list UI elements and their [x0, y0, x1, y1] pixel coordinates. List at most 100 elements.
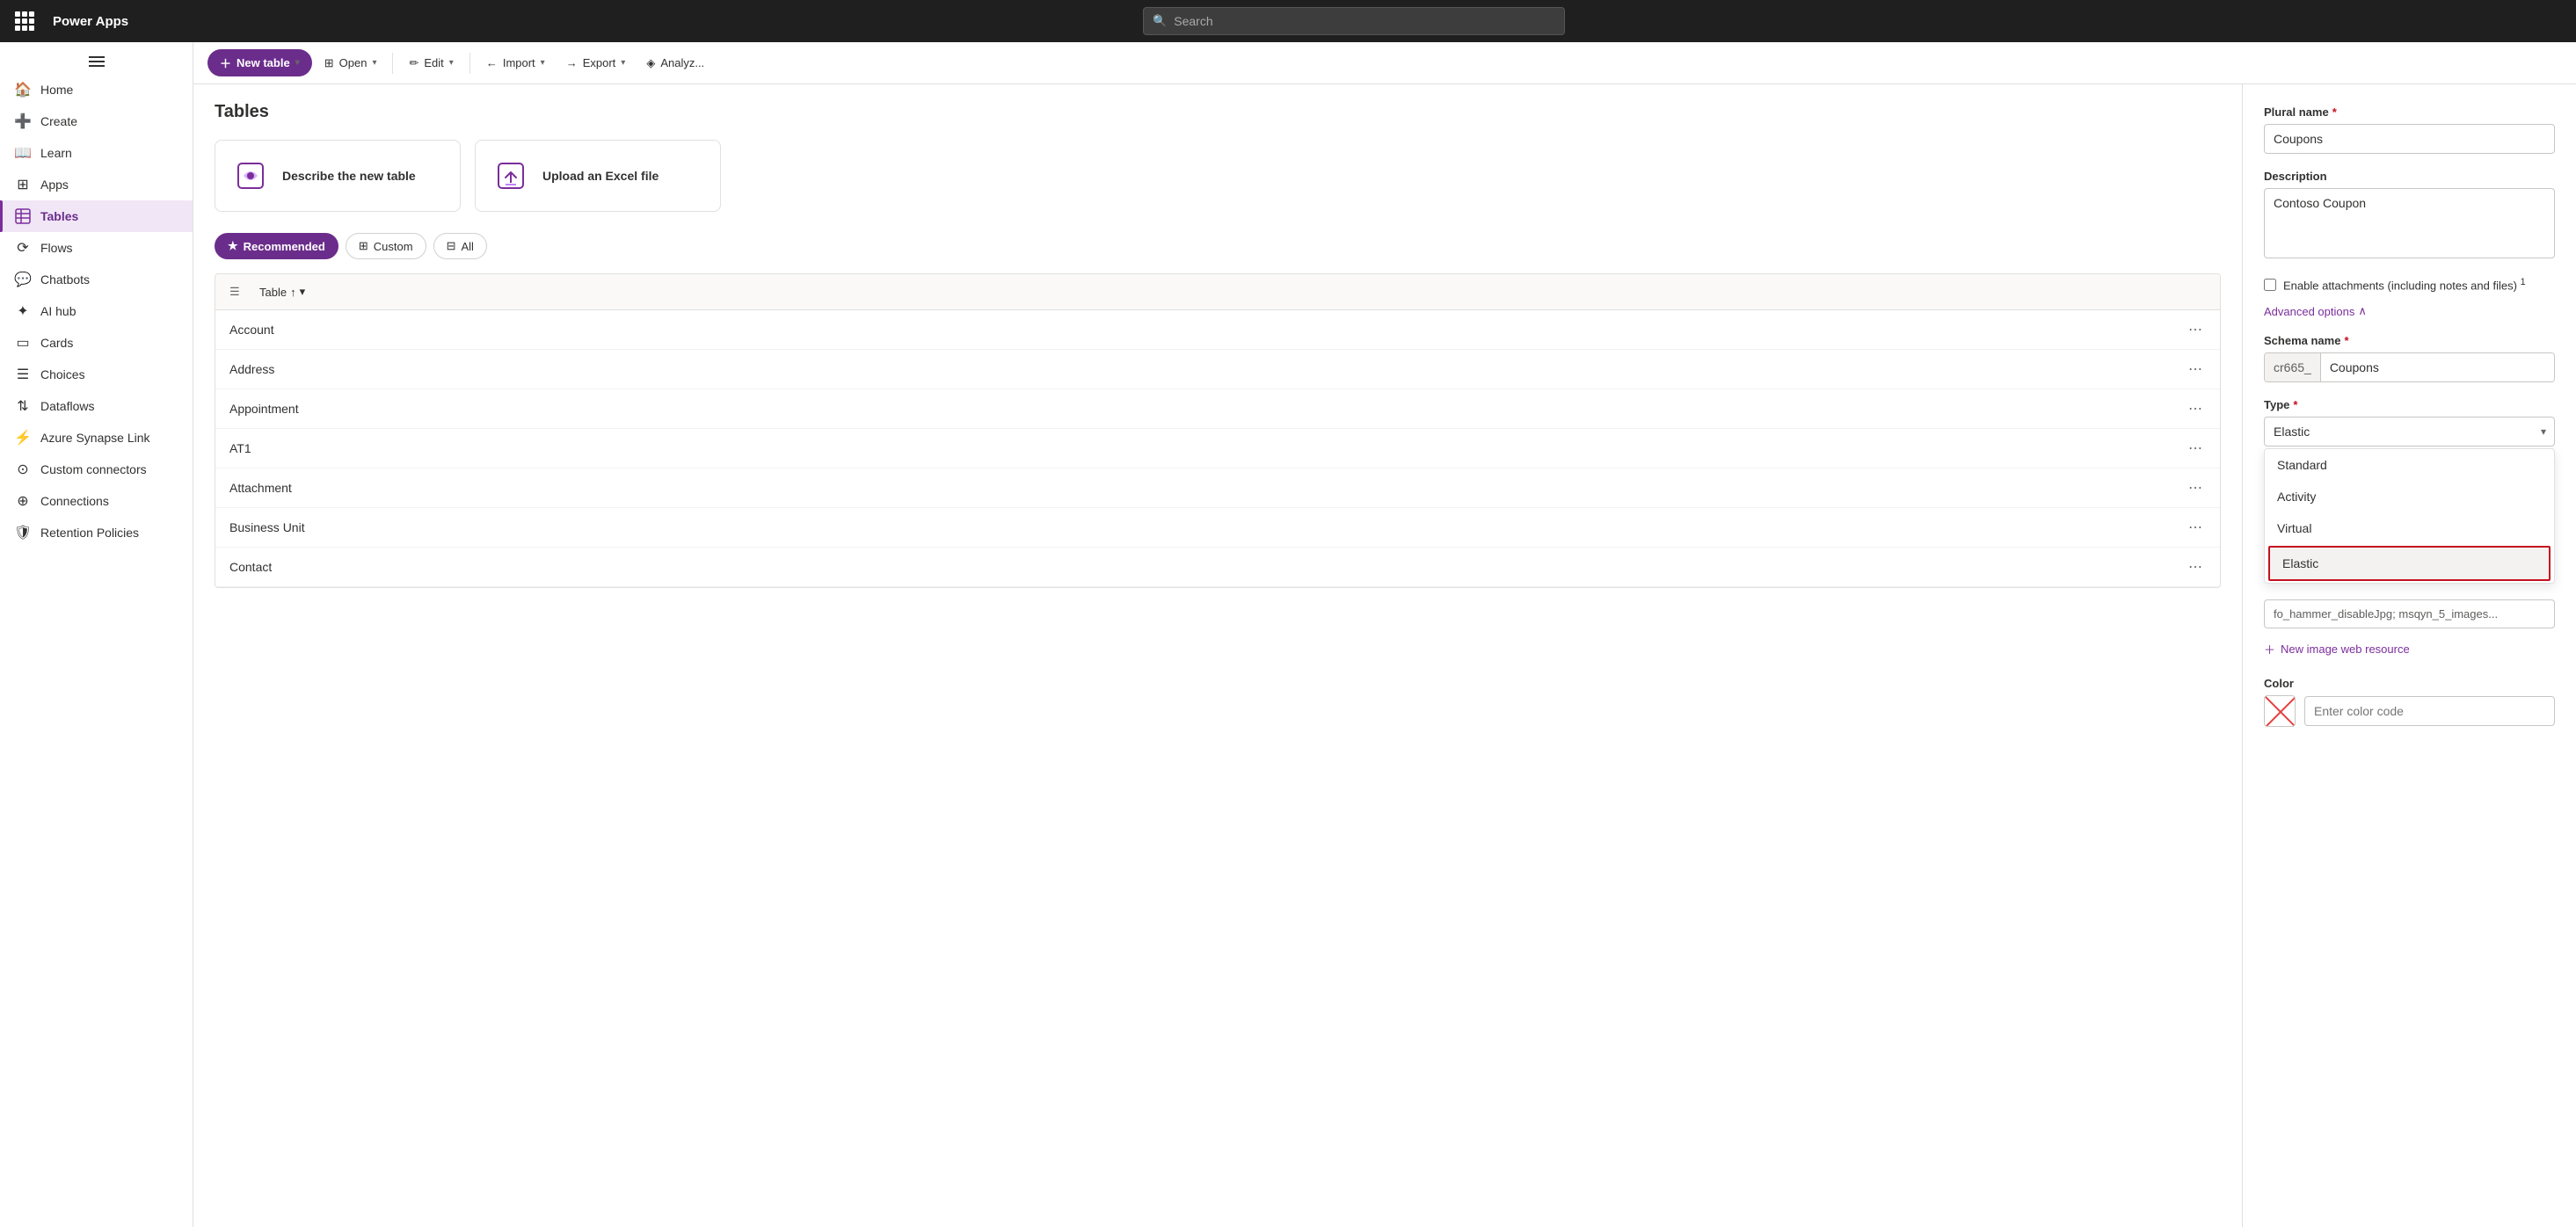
table-row[interactable]: Business Unit ⋯ — [215, 508, 2220, 548]
ai-hub-icon: ✦ — [14, 302, 32, 320]
sidebar-item-label: Flows — [40, 241, 73, 255]
sidebar-item-dataflows[interactable]: ⇅ Dataflows — [0, 390, 193, 422]
sidebar-item-home[interactable]: 🏠 Home — [0, 74, 193, 105]
type-label: Type * — [2264, 398, 2555, 411]
import-dropdown-arrow: ▾ — [541, 58, 545, 68]
sidebar-item-label: Azure Synapse Link — [40, 431, 150, 445]
sidebar-item-chatbots[interactable]: 💬 Chatbots — [0, 264, 193, 295]
table-row[interactable]: Account ⋯ — [215, 310, 2220, 350]
schema-name-input[interactable] — [2321, 353, 2554, 381]
sidebar-item-custom-connectors[interactable]: ⊙ Custom connectors — [0, 454, 193, 485]
edit-button[interactable]: ✏ Edit ▾ — [400, 51, 462, 76]
table-row[interactable]: Appointment ⋯ — [215, 389, 2220, 429]
plural-name-label: Plural name * — [2264, 105, 2555, 119]
row-more-button[interactable]: ⋯ — [2185, 517, 2206, 538]
sidebar-item-label: AI hub — [40, 304, 76, 318]
cards-icon: ▭ — [14, 334, 32, 352]
main-content: ＋ New table ▾ ⊞ Open ▾ ✏ Edit ▾ ← Import… — [193, 42, 2576, 1227]
open-icon: ⊞ — [324, 56, 334, 70]
sidebar-item-tables[interactable]: Tables — [0, 200, 193, 232]
sort-chevron-icon: ▾ — [300, 285, 306, 299]
chevron-up-icon: ∧ — [2358, 304, 2367, 318]
sidebar-item-label: Tables — [40, 209, 78, 223]
learn-icon: 📖 — [14, 144, 32, 162]
color-input[interactable] — [2304, 696, 2555, 726]
sidebar-item-cards[interactable]: ▭ Cards — [0, 327, 193, 359]
sidebar-item-label: Choices — [40, 367, 85, 381]
table-sort-button[interactable]: Table ↑ ▾ — [254, 281, 310, 302]
row-more-button[interactable]: ⋯ — [2185, 398, 2206, 419]
app-logo: Power Apps — [53, 14, 128, 29]
edit-dropdown-arrow: ▾ — [449, 58, 454, 68]
search-input[interactable] — [1174, 14, 1555, 28]
sidebar-item-label: Learn — [40, 146, 72, 160]
type-option-virtual[interactable]: Virtual — [2265, 512, 2554, 544]
upload-card-label: Upload an Excel file — [542, 169, 659, 183]
type-option-elastic[interactable]: Elastic — [2268, 546, 2551, 581]
sidebar-item-retention[interactable]: 🛡 Retention Policies — [0, 517, 193, 548]
table-row[interactable]: AT1 ⋯ — [215, 429, 2220, 468]
sidebar-item-learn[interactable]: 📖 Learn — [0, 137, 193, 169]
import-button[interactable]: ← Import ▾ — [477, 51, 554, 75]
row-more-button[interactable]: ⋯ — [2185, 477, 2206, 498]
color-swatch[interactable] — [2264, 695, 2296, 727]
search-icon: 🔍 — [1153, 14, 1167, 28]
search-bar[interactable]: 🔍 — [1143, 7, 1565, 35]
all-tab[interactable]: ⊟ All — [433, 233, 487, 259]
row-more-button[interactable]: ⋯ — [2185, 556, 2206, 577]
upload-excel-card[interactable]: Upload an Excel file — [475, 140, 721, 212]
new-table-button[interactable]: ＋ New table ▾ — [207, 49, 312, 76]
sidebar-item-connections[interactable]: ⊕ Connections — [0, 485, 193, 517]
type-select-wrapper: Elastic ▾ — [2264, 417, 2555, 447]
image-resource-value: fo_hammer_disableJpg; msqyn_5_images... — [2264, 599, 2555, 628]
sidebar-item-flows[interactable]: ⟳ Flows — [0, 232, 193, 264]
sidebar-item-create[interactable]: ➕ Create — [0, 105, 193, 137]
export-dropdown-arrow: ▾ — [621, 58, 625, 68]
export-icon: → — [566, 56, 578, 69]
sidebar-item-apps[interactable]: ⊞ Apps — [0, 169, 193, 200]
open-button[interactable]: ⊞ Open ▾ — [316, 51, 386, 76]
table-row[interactable]: Attachment ⋯ — [215, 468, 2220, 508]
type-option-activity[interactable]: Activity — [2265, 481, 2554, 512]
chatbots-icon: 💬 — [14, 271, 32, 288]
waffle-menu-button[interactable] — [11, 7, 39, 35]
sidebar-item-azure-synapse[interactable]: ⚡ Azure Synapse Link — [0, 422, 193, 454]
description-label: Description — [2264, 170, 2555, 183]
filter-tabs: ★ Recommended ⊞ Custom ⊟ All — [215, 233, 2221, 259]
sidebar-item-label: Home — [40, 83, 73, 97]
describe-table-card[interactable]: Describe the new table — [215, 140, 461, 212]
topbar: Power Apps 🔍 — [0, 0, 2576, 42]
type-option-standard[interactable]: Standard — [2265, 449, 2554, 481]
advanced-options-toggle[interactable]: Advanced options ∧ — [2264, 304, 2555, 318]
apps-icon: ⊞ — [14, 176, 32, 193]
export-button[interactable]: → Export ▾ — [557, 51, 635, 75]
row-more-button[interactable]: ⋯ — [2185, 438, 2206, 459]
hamburger-button[interactable] — [0, 49, 193, 74]
tables-icon — [14, 207, 32, 225]
new-image-button[interactable]: ＋ New image web resource — [2264, 637, 2410, 661]
page-title: Tables — [215, 102, 2221, 122]
description-textarea[interactable]: Contoso Coupon — [2264, 188, 2555, 258]
recommended-tab[interactable]: ★ Recommended — [215, 233, 338, 259]
sidebar-item-ai-hub[interactable]: ✦ AI hub — [0, 295, 193, 327]
type-select[interactable]: Elastic — [2264, 417, 2555, 447]
required-star-schema: * — [2344, 334, 2348, 347]
sidebar-item-label: Create — [40, 114, 77, 128]
attachments-checkbox-row: Enable attachments (including notes and … — [2264, 277, 2555, 292]
analyze-button[interactable]: ◈ Analyz... — [637, 51, 713, 76]
column-select-icon[interactable]: ☰ — [229, 285, 247, 299]
sidebar: 🏠 Home ➕ Create 📖 Learn ⊞ Apps Tab — [0, 42, 193, 1227]
describe-icon — [233, 158, 268, 193]
attachments-checkbox[interactable] — [2264, 279, 2276, 291]
row-more-button[interactable]: ⋯ — [2185, 359, 2206, 380]
table-row[interactable]: Address ⋯ — [215, 350, 2220, 389]
sidebar-item-label: Chatbots — [40, 272, 90, 287]
plural-name-input[interactable] — [2264, 124, 2555, 154]
table-row[interactable]: Contact ⋯ — [215, 548, 2220, 587]
custom-tab[interactable]: ⊞ Custom — [346, 233, 426, 259]
right-panel: Plural name * Description Contoso Coupon… — [2242, 84, 2576, 1227]
sidebar-item-choices[interactable]: ☰ Choices — [0, 359, 193, 390]
toolbar-sep-2 — [469, 53, 470, 74]
toolbar: ＋ New table ▾ ⊞ Open ▾ ✏ Edit ▾ ← Import… — [193, 42, 2576, 84]
row-more-button[interactable]: ⋯ — [2185, 319, 2206, 340]
